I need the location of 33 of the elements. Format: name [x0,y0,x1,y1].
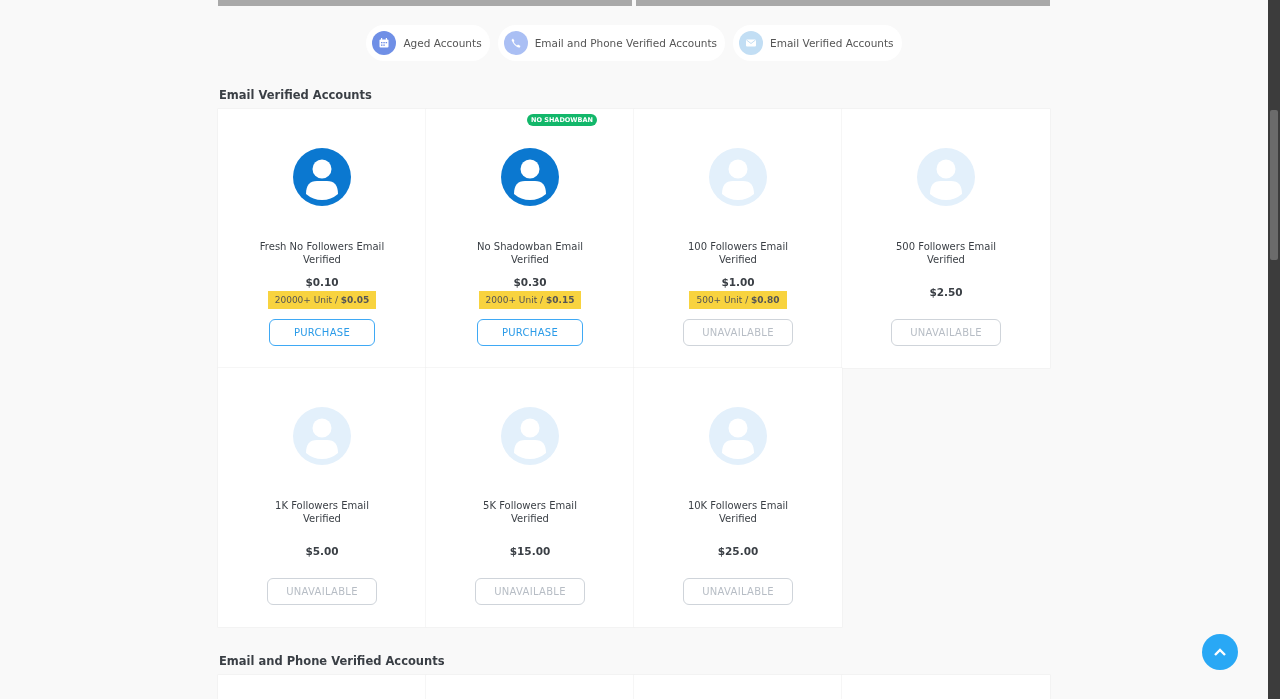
category-tab[interactable]: Aged Accounts [366,25,490,61]
product-name: 1K Followers Email Verified [274,499,370,525]
purchase-button[interactable]: PURCHASE [268,319,376,346]
purchase-button[interactable]: UNAVAILABLE [267,578,377,605]
scrollbar[interactable] [1268,0,1280,699]
product-name: No Shadowban Email Verified [476,240,584,266]
category-tab[interactable]: Email Verified Accounts [733,25,902,61]
product-name: 5K Followers Email Verified [482,499,578,525]
product-price: $2.50 [929,286,963,298]
purchase-button[interactable]: UNAVAILABLE [475,578,585,605]
product-price: $0.10 [305,275,339,288]
product-price: $15.00 [509,545,551,557]
product-name: Fresh No Followers Email Verified [258,240,386,266]
chevron-up-icon [1213,647,1227,657]
purchase-button[interactable]: PURCHASE [476,319,584,346]
product-price: $1.00 [721,275,755,288]
product-name: 100 Followers Email Verified [687,240,789,266]
category-tab[interactable]: Email and Phone Verified Accounts [497,25,726,61]
product-name: 500 Followers Email Verified [895,240,997,266]
scroll-to-top-button[interactable] [1202,634,1238,670]
bulk-price-tag: 20000+ Unit / $0.05 [267,290,377,309]
purchase-button[interactable]: UNAVAILABLE [683,578,793,605]
scrollbar-thumb[interactable] [1270,110,1278,260]
section-title: Email and Phone Verified Accounts [219,654,446,668]
purchase-button[interactable]: UNAVAILABLE [683,319,793,346]
product-name: 10K Followers Email Verified [686,499,790,525]
purchase-button[interactable]: UNAVAILABLE [891,319,1001,346]
bulk-price-tag: 500+ Unit / $0.80 [689,290,787,309]
product-price: $25.00 [717,545,759,557]
product-price: $5.00 [305,545,339,557]
product-price: $0.30 [513,275,547,288]
bulk-price-tag: 2000+ Unit / $0.15 [478,290,582,309]
section-title: Email Verified Accounts [219,88,373,102]
